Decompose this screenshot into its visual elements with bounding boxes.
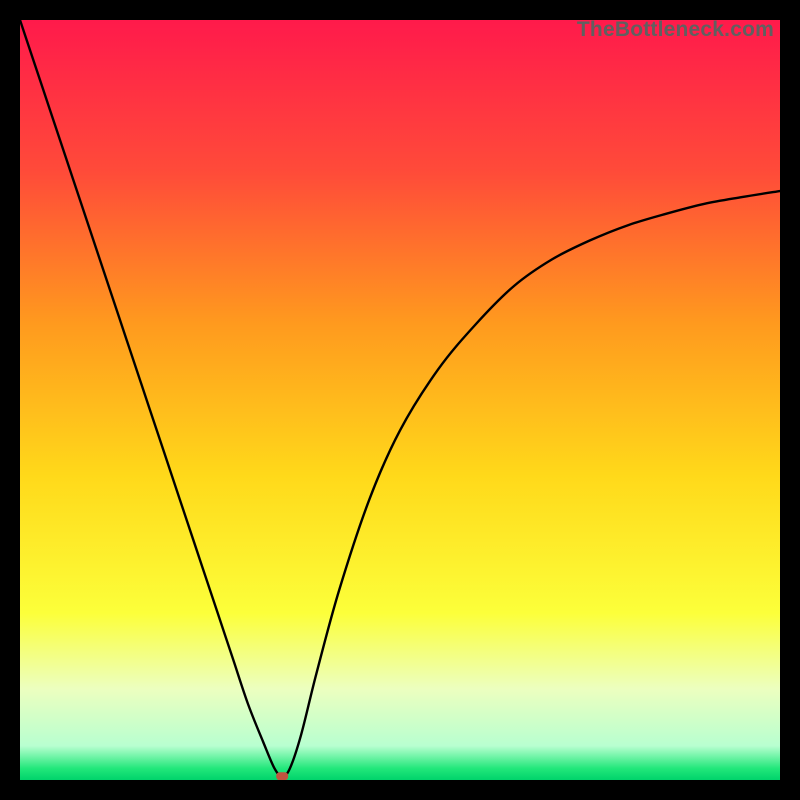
watermark-text: TheBottleneck.com: [577, 18, 774, 42]
bottleneck-chart: [20, 20, 780, 780]
gradient-background: [20, 20, 780, 780]
chart-frame: TheBottleneck.com: [20, 20, 780, 780]
optimal-point-marker: [276, 772, 288, 780]
